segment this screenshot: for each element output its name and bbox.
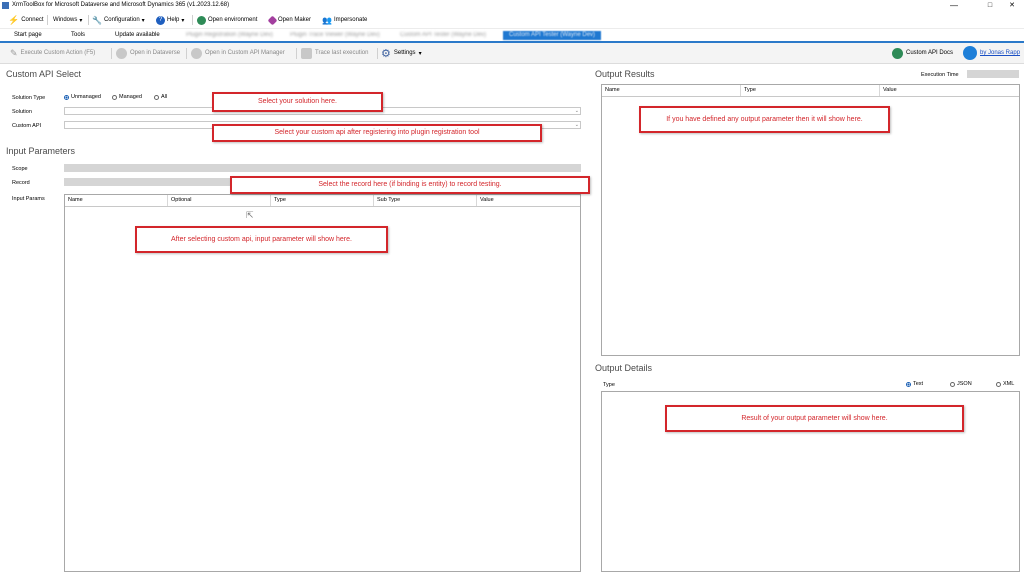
scope-label: Scope xyxy=(12,166,28,172)
mouse-cursor-icon: ⇱ xyxy=(246,210,254,220)
scope-field xyxy=(64,164,581,172)
radio-unmanaged[interactable]: Unmanaged xyxy=(64,94,101,100)
chevron-down-icon: ▾ xyxy=(181,17,185,24)
chevron-down-icon: ⌄ xyxy=(574,122,579,128)
windows-menu[interactable]: Windows ▾ xyxy=(53,15,82,25)
radio-dot xyxy=(112,94,117,100)
tab-custom-api-tester-active[interactable]: Custom API Tester (Wayne Dev) xyxy=(503,31,602,40)
toolbar-separator xyxy=(186,48,187,59)
custom-api-manager-icon xyxy=(191,47,202,59)
execute-icon: ✎ xyxy=(10,47,18,58)
trace-icon xyxy=(301,47,312,59)
output-results-heading: Output Results xyxy=(595,69,655,79)
radio-all[interactable]: All xyxy=(154,94,167,100)
jonas-rapp-logo-icon xyxy=(963,46,977,60)
toolbar-separator xyxy=(377,48,378,59)
tab-tools[interactable]: Tools xyxy=(71,31,85,40)
custom-api-docs-icon xyxy=(892,47,903,59)
radio-text[interactable]: Text xyxy=(906,381,923,387)
close-button[interactable]: ✕ xyxy=(1002,0,1022,12)
connect-menu[interactable]: ⚡ Connect xyxy=(8,15,44,25)
radio-dot xyxy=(996,381,1001,387)
custom-api-docs-button[interactable]: Custom API Docs xyxy=(892,47,953,59)
column-header-type[interactable]: Type xyxy=(271,195,374,206)
annotation-select-record: Select the record here (if binding is en… xyxy=(230,176,590,194)
output-type-label: Type xyxy=(603,382,615,388)
radio-dot xyxy=(950,381,955,387)
configuration-menu[interactable]: 🔧 Configuration ▾ xyxy=(92,15,145,25)
tab-start-page[interactable]: Start page xyxy=(14,31,42,40)
tab-plugin-trace-viewer[interactable]: Plugin Trace Viewer (Wayne Dev) xyxy=(290,31,380,40)
annotation-output-params: If you have defined any output parameter… xyxy=(639,106,890,133)
radio-dot xyxy=(906,381,911,387)
menu-separator xyxy=(192,15,193,25)
chevron-down-icon: ⌄ xyxy=(574,108,579,114)
column-header-name[interactable]: Name xyxy=(65,195,168,206)
record-label: Record xyxy=(12,180,30,186)
gear-icon: ⚙ xyxy=(381,47,391,60)
custom-api-label: Custom API xyxy=(12,123,42,129)
dataverse-icon xyxy=(197,15,206,25)
open-maker-button[interactable]: Open Maker xyxy=(267,15,311,25)
impersonate-button[interactable]: 👥 Impersonate xyxy=(322,15,367,25)
execute-custom-action-button[interactable]: ✎ Execute Custom Action (F5) xyxy=(10,47,95,59)
wrench-icon: 🔧 xyxy=(92,15,102,25)
output-results-grid-header: Name Type Value xyxy=(602,85,1019,97)
column-header-type[interactable]: Type xyxy=(741,85,880,96)
trace-last-execution-button[interactable]: Trace last execution xyxy=(301,47,368,59)
column-header-name[interactable]: Name xyxy=(602,85,741,96)
column-header-optional[interactable]: Optional xyxy=(168,195,271,206)
radio-dot xyxy=(154,94,159,100)
help-icon: ? xyxy=(156,15,165,25)
radio-xml[interactable]: XML xyxy=(996,381,1014,387)
maximize-button[interactable]: □ xyxy=(980,0,1000,12)
by-jonas-rapp-link[interactable]: by Jonas Rapp xyxy=(963,46,1020,60)
chevron-down-icon: ▾ xyxy=(79,17,83,24)
radio-dot xyxy=(64,94,69,100)
radio-json[interactable]: JSON xyxy=(950,381,972,387)
dataverse-icon xyxy=(116,47,127,59)
execution-time-field xyxy=(967,70,1019,78)
input-params-label: Input Params xyxy=(12,196,45,202)
tab-custom-api-tester-2[interactable]: Custom API Tester (Wayne Dev) xyxy=(400,31,486,40)
column-header-value[interactable]: Value xyxy=(477,195,580,206)
tab-strip: Start page Tools Update available Plugin… xyxy=(0,29,1024,43)
output-details-heading: Output Details xyxy=(595,363,653,373)
open-environment-button[interactable]: Open environment xyxy=(197,15,257,25)
annotation-select-solution: Select your solution here. xyxy=(212,92,383,112)
chevron-down-icon: ▾ xyxy=(141,17,145,24)
toolbar: ✎ Execute Custom Action (F5) Open in Dat… xyxy=(0,43,1024,64)
input-params-grid-header: Name Optional Type Sub Type Value xyxy=(65,195,580,207)
minimize-button[interactable]: — xyxy=(944,0,964,12)
menu-separator xyxy=(47,15,48,25)
xrmtoolbox-icon xyxy=(2,2,9,9)
radio-managed[interactable]: Managed xyxy=(112,94,142,100)
lightning-icon: ⚡ xyxy=(8,14,20,25)
annotation-output-result: Result of your output parameter will sho… xyxy=(665,405,964,432)
open-in-dataverse-button[interactable]: Open in Dataverse xyxy=(116,47,180,59)
input-parameters-heading: Input Parameters xyxy=(6,146,76,156)
column-header-sub-type[interactable]: Sub Type xyxy=(374,195,477,206)
power-apps-icon xyxy=(267,15,278,25)
execution-time-label: Execution Time xyxy=(921,72,959,78)
tab-update-available[interactable]: Update available xyxy=(115,31,160,40)
toolbar-separator xyxy=(296,48,297,59)
column-header-value[interactable]: Value xyxy=(880,85,1019,96)
menu-separator xyxy=(88,15,89,25)
toolbar-separator xyxy=(111,48,112,59)
window-title: XrmToolBox for Microsoft Dataverse and M… xyxy=(12,2,230,8)
chevron-down-icon: ▾ xyxy=(418,50,422,57)
solution-label: Solution xyxy=(12,109,32,115)
help-menu[interactable]: ? Help ▾ xyxy=(156,15,184,25)
window-title-bar: XrmToolBox for Microsoft Dataverse and M… xyxy=(0,0,1024,12)
people-icon: 👥 xyxy=(322,15,332,25)
menu-bar: ⚡ Connect Windows ▾ 🔧 Configuration ▾ ? … xyxy=(0,12,1024,29)
solution-type-label: Solution Type xyxy=(12,95,46,101)
open-in-custom-api-manager-button[interactable]: Open in Custom API Manager xyxy=(191,47,285,59)
settings-button[interactable]: ⚙ Settings ▾ xyxy=(381,47,422,60)
custom-api-select-heading: Custom API Select xyxy=(6,69,82,79)
annotation-input-params: After selecting custom api, input parame… xyxy=(135,226,388,253)
tab-plugin-registration[interactable]: Plugin Registration (Wayne Dev) xyxy=(186,31,273,40)
annotation-select-custom-api: Select your custom api after registering… xyxy=(212,124,542,142)
